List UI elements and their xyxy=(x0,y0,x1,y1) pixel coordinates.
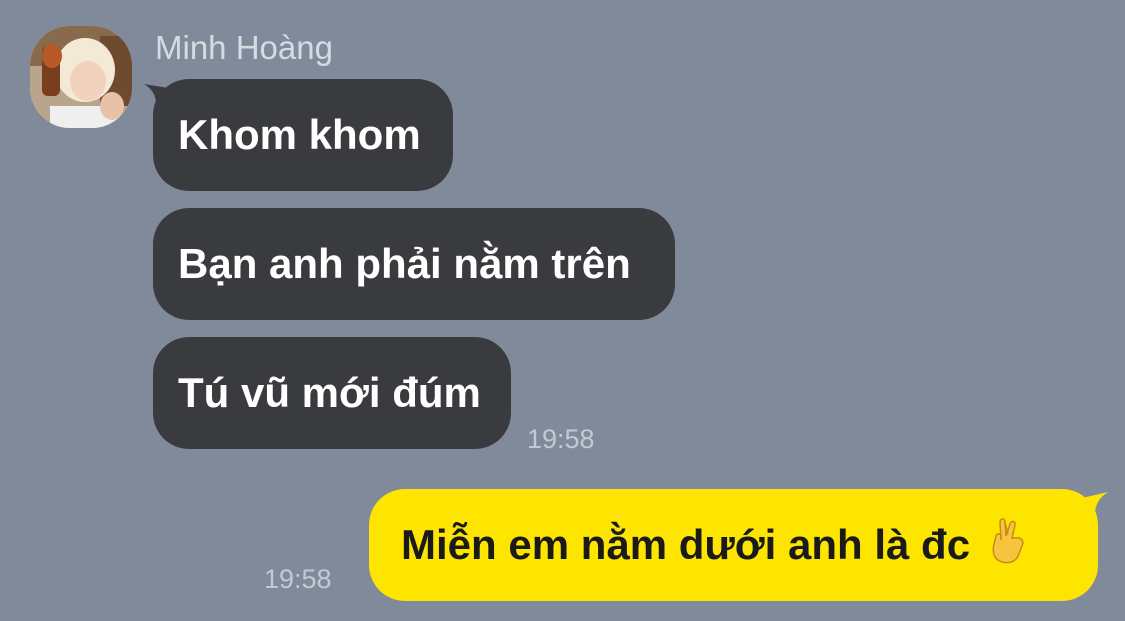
incoming-message-bubble[interactable]: Tú vũ mới đúm xyxy=(153,337,511,449)
message-text: Tú vũ mới đúm xyxy=(178,369,481,416)
incoming-timestamp: 19:58 xyxy=(527,424,595,454)
message-text: Khom khom xyxy=(178,111,421,158)
outgoing-message-bubble[interactable]: Miễn em nằm dưới anh là đc xyxy=(369,489,1098,601)
sender-name: Minh Hoàng xyxy=(155,29,333,66)
message-text: Miễn em nằm dưới anh là đc xyxy=(401,521,971,568)
avatar[interactable] xyxy=(30,26,132,128)
incoming-message-bubble[interactable]: Khom khom xyxy=(153,79,453,191)
profile-photo-icon xyxy=(30,26,132,128)
outgoing-timestamp: 19:58 xyxy=(264,564,332,594)
incoming-message-bubble[interactable]: Bạn anh phải nằm trên xyxy=(153,208,675,320)
message-text: Bạn anh phải nằm trên xyxy=(178,240,631,287)
crossed-fingers-icon xyxy=(988,516,1028,574)
